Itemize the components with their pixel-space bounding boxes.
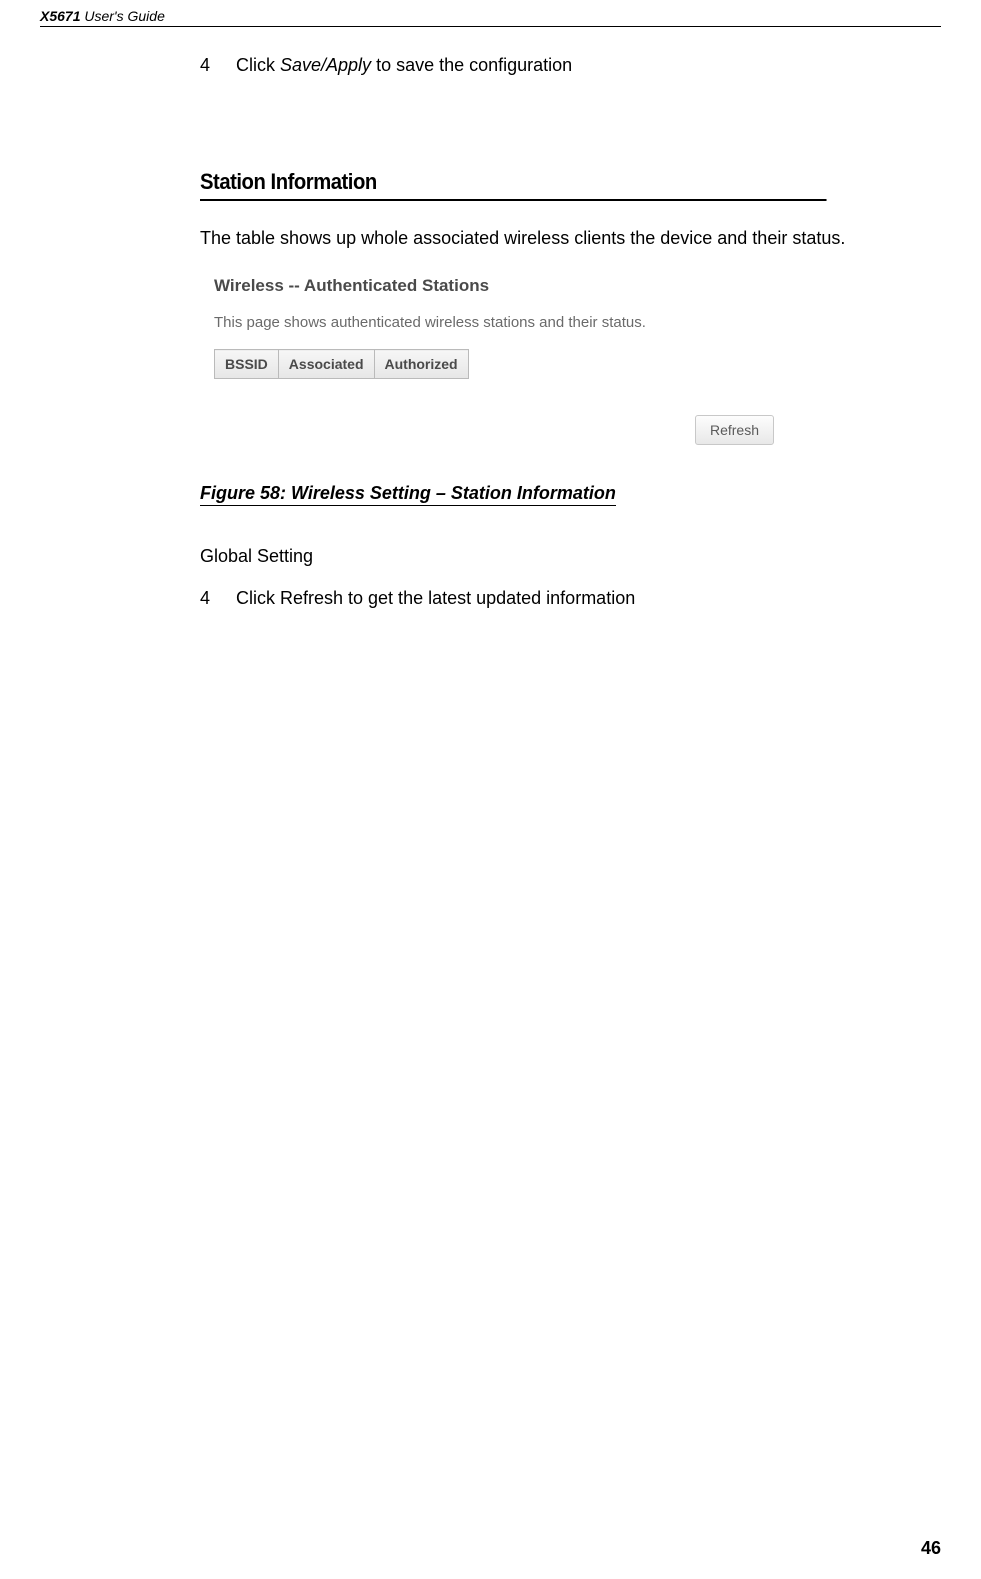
list-italic: Save/Apply	[280, 55, 371, 75]
figure-caption: Figure 58: Wireless Setting – Station In…	[200, 483, 616, 506]
instruction-item: 4 Click Save/Apply to save the configura…	[200, 52, 881, 79]
refresh-button[interactable]: Refresh	[695, 415, 774, 445]
page-number: 46	[921, 1538, 941, 1559]
list-text-2: Click Refresh to get the latest updated …	[236, 585, 635, 612]
intro-paragraph: The table shows up whole associated wire…	[200, 225, 881, 252]
col-authorized: Authorized	[374, 350, 468, 379]
section-heading: Station Information	[200, 169, 827, 201]
list-number-2: 4	[200, 585, 236, 612]
global-setting-label: Global Setting	[200, 546, 881, 567]
header-suffix: User's Guide	[80, 8, 164, 24]
embedded-screenshot: Wireless -- Authenticated Stations This …	[214, 276, 774, 445]
instruction-item-2: 4 Click Refresh to get the latest update…	[200, 585, 881, 612]
screenshot-subtitle: This page shows authenticated wireless s…	[214, 314, 774, 331]
col-bssid: BSSID	[215, 350, 279, 379]
col-associated: Associated	[278, 350, 374, 379]
page-header: X5671 User's Guide	[40, 0, 941, 27]
list-suffix: to save the configuration	[371, 55, 572, 75]
list-prefix: Click	[236, 55, 280, 75]
table-header-row: BSSID Associated Authorized	[215, 350, 469, 379]
list-text: Click Save/Apply to save the configurati…	[236, 52, 572, 79]
header-model: X5671	[40, 8, 80, 24]
screenshot-title: Wireless -- Authenticated Stations	[214, 276, 774, 296]
list-number: 4	[200, 52, 236, 79]
stations-table: BSSID Associated Authorized	[214, 349, 469, 379]
